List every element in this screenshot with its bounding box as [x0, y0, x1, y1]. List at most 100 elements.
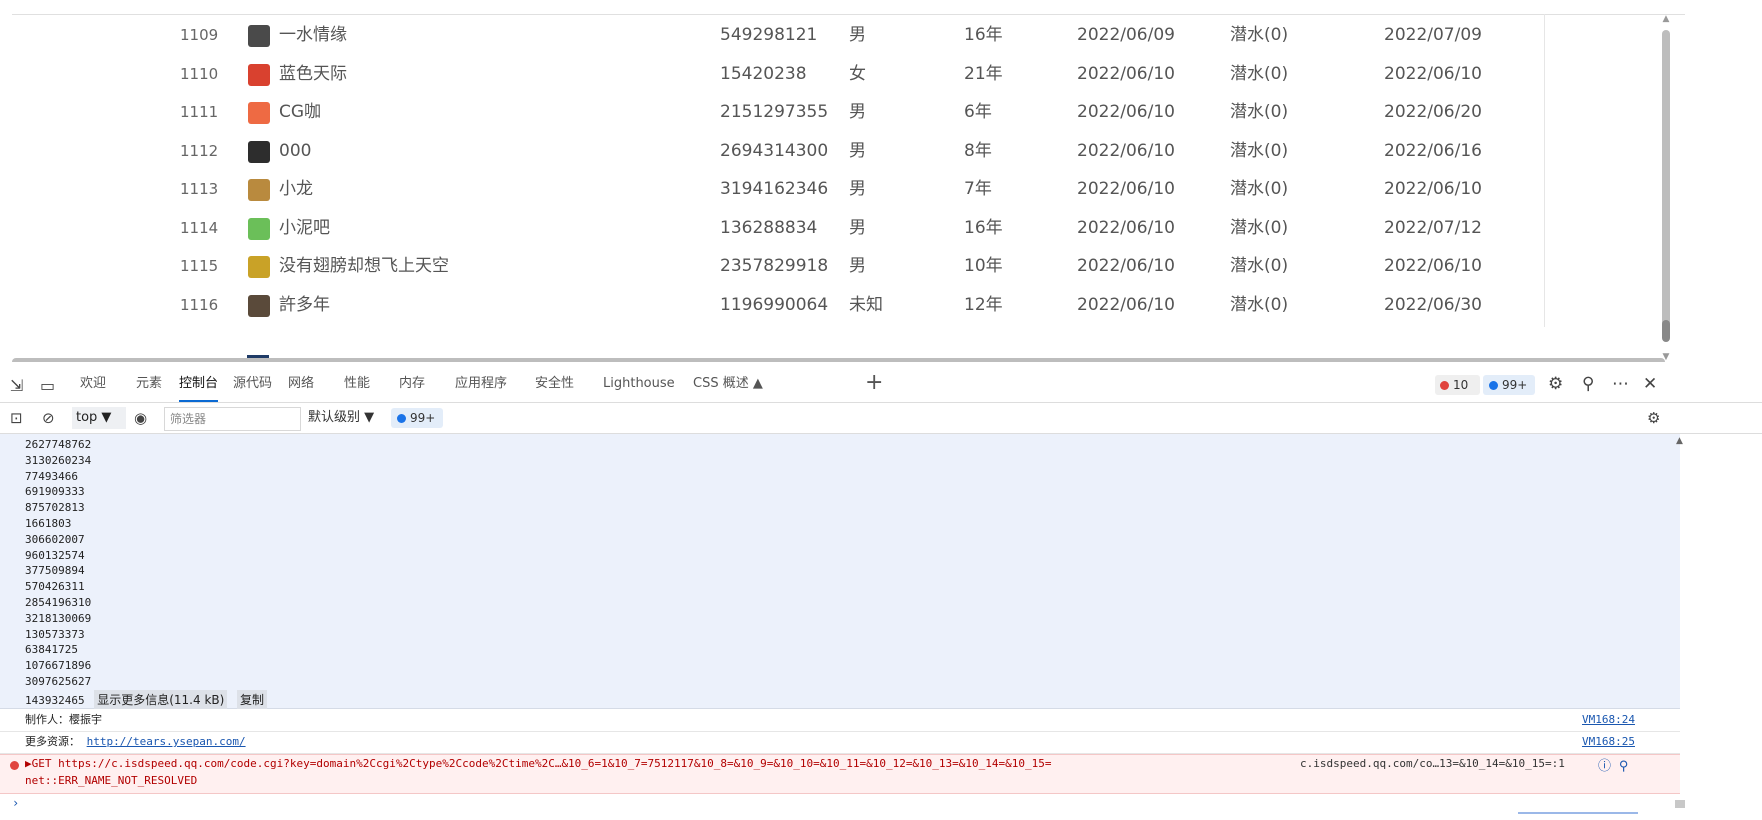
- qq-age: 21年: [964, 63, 1003, 84]
- log-line: 1076671896: [25, 659, 92, 673]
- context-selector[interactable]: top ▼: [72, 407, 126, 429]
- settings-icon[interactable]: ⚙: [1548, 374, 1563, 394]
- scroll-thumb[interactable]: [1662, 320, 1670, 342]
- join-date: 2022/06/10: [1077, 217, 1175, 238]
- qq-age: 12年: [964, 294, 1003, 315]
- log-line: 3097625627: [25, 674, 92, 688]
- activity-level: 潜水(0): [1230, 140, 1289, 161]
- message-count-badge[interactable]: 99+: [1483, 375, 1535, 395]
- console-input-indicator: [1518, 812, 1638, 814]
- activity-level: 潜水(0): [1230, 102, 1289, 122]
- table-row: 1112 000 2694314300 男 8年 2022/06/10 潜水(0) 2022/…: [12, 129, 1685, 173]
- resource-link[interactable]: http://tears.ysepan.com/: [87, 735, 246, 748]
- log-levels-dropdown[interactable]: 默认级别 ▼: [308, 407, 374, 429]
- error-url-link[interactable]: https://c.isdspeed.qq.com/code.cgi?key=d…: [58, 757, 1051, 770]
- table-row: 1110 蓝色天际 15420238 女 21年 2022/06/10 潜水(0) 2022/…: [12, 52, 1685, 96]
- page-content: 1109 一水情缘 549298121 男 16年 2022/06/09 潜水(0) 2022…: [0, 0, 1762, 362]
- scroll-thumb[interactable]: [1675, 800, 1685, 808]
- log-author: 制作人：樱振宇 VM168:24: [0, 709, 1680, 732]
- page-vertical-scrollbar[interactable]: ▲ ▼: [1660, 14, 1672, 362]
- avatar[interactable]: [248, 102, 270, 124]
- scroll-up-icon[interactable]: ▲: [1676, 436, 1683, 446]
- log-group-numbers: 2627748762 3130260234 77493466 691909333 875…: [0, 434, 1680, 709]
- tab-elements[interactable]: 元素: [136, 366, 162, 402]
- qq-number: 1196990064: [720, 294, 829, 315]
- member-name[interactable]: 許多年: [279, 284, 330, 327]
- error-count-badge[interactable]: 10: [1435, 375, 1480, 395]
- tab-memory[interactable]: 内存: [399, 366, 425, 402]
- member-name[interactable]: 蓝色天际: [279, 53, 347, 96]
- last-active: 2022/06/30: [1384, 294, 1482, 315]
- source-link[interactable]: VM168:25: [1582, 731, 1635, 753]
- last-active: 2022/06/20: [1384, 102, 1482, 122]
- issues-badge[interactable]: 99+: [391, 408, 443, 428]
- join-date: 2022/06/10: [1077, 102, 1175, 122]
- last-active: 2022/07/12: [1384, 217, 1482, 238]
- add-tab-icon[interactable]: +: [865, 370, 883, 395]
- avatar[interactable]: [248, 256, 270, 278]
- device-toolbar-icon[interactable]: ▭: [40, 376, 55, 395]
- member-name[interactable]: 小泥吧: [279, 207, 330, 250]
- sidebar-toggle-icon[interactable]: ⊡: [10, 409, 23, 427]
- console-settings-icon[interactable]: ⚙: [1647, 409, 1660, 427]
- join-date: 2022/06/10: [1077, 256, 1175, 276]
- activity-level: 潜水(0): [1230, 217, 1289, 238]
- console-prompt[interactable]: ›: [12, 796, 19, 810]
- error-request[interactable]: ▶GET https://c.isdspeed.qq.com/code.cgi?…: [25, 757, 1052, 770]
- member-name[interactable]: 小龙: [279, 168, 313, 211]
- customize-icon[interactable]: ⚲: [1582, 374, 1594, 394]
- tab-css-overview[interactable]: CSS 概述 ▲: [693, 366, 763, 402]
- devtools-panel: ⇲ ▭ 欢迎 元素 控制台 源代码 网络 性能 内存 应用程序 安全性 Ligh…: [0, 366, 1762, 820]
- source-link[interactable]: VM168:24: [1582, 709, 1635, 731]
- error-message: net::ERR_NAME_NOT_RESOLVED: [25, 774, 198, 787]
- avatar[interactable]: [248, 294, 270, 317]
- page-horizontal-scrollbar[interactable]: [12, 358, 1665, 362]
- gender: 男: [849, 25, 866, 45]
- table-row: 1111 CG咖 2151297355 男 6年 2022/06/10 潜水(0) 2022/…: [12, 91, 1685, 134]
- network-request-icon[interactable]: ⓘ ⚲: [1598, 755, 1628, 774]
- live-expression-icon[interactable]: ◉: [134, 409, 147, 427]
- scroll-up-icon[interactable]: ▲: [1660, 14, 1672, 24]
- tab-console[interactable]: 控制台: [179, 366, 219, 402]
- copy-button[interactable]: 复制: [236, 690, 267, 709]
- inspect-icon[interactable]: ⇲: [10, 376, 23, 395]
- row-index: 1114: [180, 218, 219, 237]
- log-line: 570426311: [25, 580, 85, 594]
- last-active: 2022/07/09: [1384, 25, 1482, 45]
- gender: 男: [849, 179, 866, 199]
- tab-application[interactable]: 应用程序: [455, 366, 507, 402]
- last-active: 2022/06/16: [1384, 140, 1482, 161]
- resource-text: 更多资源： http://tears.ysepan.com/: [25, 735, 246, 748]
- tab-welcome[interactable]: 欢迎: [80, 366, 106, 402]
- member-name[interactable]: CG咖: [279, 91, 321, 134]
- tab-security[interactable]: 安全性: [535, 366, 574, 402]
- avatar[interactable]: [248, 63, 270, 86]
- avatar[interactable]: [248, 217, 270, 240]
- filter-input[interactable]: 筛选器: [164, 407, 301, 431]
- avatar[interactable]: [248, 179, 270, 201]
- more-icon[interactable]: ⋯: [1612, 374, 1629, 394]
- avatar[interactable]: [248, 25, 270, 47]
- console-scrollbar[interactable]: ▲: [1674, 434, 1686, 820]
- log-numbers: 2627748762 3130260234 77493466 691909333 875…: [25, 437, 91, 690]
- tab-network[interactable]: 网络: [288, 366, 314, 402]
- member-name[interactable]: 000: [279, 130, 311, 173]
- qq-number: 15420238: [720, 63, 807, 84]
- error-source-link[interactable]: c.isdspeed.qq.com/co…13=&10_14=&10_15=:1: [1300, 757, 1565, 770]
- tab-lighthouse[interactable]: Lighthouse: [603, 366, 675, 402]
- tab-performance[interactable]: 性能: [344, 366, 370, 402]
- gender: 男: [849, 102, 866, 122]
- tab-sources[interactable]: 源代码: [233, 366, 272, 402]
- log-line: 875702813: [25, 501, 85, 515]
- log-line: 377509894: [25, 564, 85, 578]
- message-icon: [397, 414, 406, 423]
- close-icon[interactable]: ✕: [1643, 374, 1657, 394]
- log-line: 1661803: [25, 516, 72, 530]
- scroll-track[interactable]: [1662, 30, 1670, 330]
- member-name[interactable]: 没有翅膀却想飞上天空: [279, 245, 449, 288]
- avatar[interactable]: [248, 140, 270, 163]
- show-more-button[interactable]: 显示更多信息(11.4 kB): [94, 690, 228, 709]
- clear-console-icon[interactable]: ⊘: [42, 409, 55, 427]
- log-line: 960132574: [25, 548, 85, 562]
- member-name[interactable]: 一水情缘: [279, 14, 347, 57]
